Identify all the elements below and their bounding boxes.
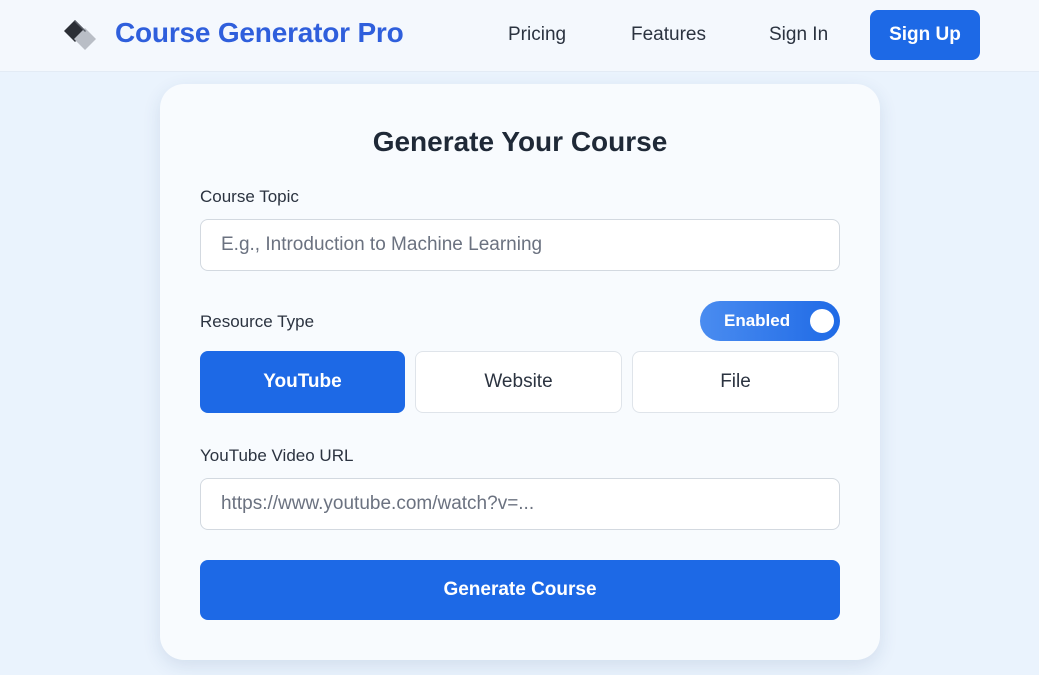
- brand-title[interactable]: Course Generator Pro: [115, 17, 404, 49]
- generate-course-button[interactable]: Generate Course: [200, 560, 840, 620]
- resource-type-file-button[interactable]: File: [632, 351, 839, 413]
- resource-type-website-button[interactable]: Website: [415, 351, 622, 413]
- form-title: Generate Your Course: [372, 126, 668, 157]
- nav-link-features[interactable]: Features: [631, 24, 706, 46]
- youtube-url-input[interactable]: [200, 478, 840, 530]
- course-topic-label: Course Topic: [200, 187, 299, 206]
- sign-up-button[interactable]: Sign Up: [870, 10, 980, 60]
- enabled-toggle[interactable]: Enabled: [700, 301, 840, 341]
- toggle-label: Enabled: [724, 311, 791, 330]
- nav-link-sign-in[interactable]: Sign In: [769, 24, 828, 46]
- youtube-url-label: YouTube Video URL: [200, 446, 354, 465]
- top-navbar: Course Generator Pro Pricing Features Si…: [0, 0, 1039, 72]
- course-generator-card: Generate Your Course Course Topic Resour…: [160, 84, 880, 660]
- resource-type-youtube-button[interactable]: YouTube: [200, 351, 405, 413]
- resource-type-label: Resource Type: [200, 312, 315, 331]
- course-topic-input[interactable]: [200, 219, 840, 271]
- logo-icon[interactable]: [62, 18, 98, 52]
- toggle-knob: [810, 309, 834, 333]
- nav-link-pricing[interactable]: Pricing: [508, 24, 566, 46]
